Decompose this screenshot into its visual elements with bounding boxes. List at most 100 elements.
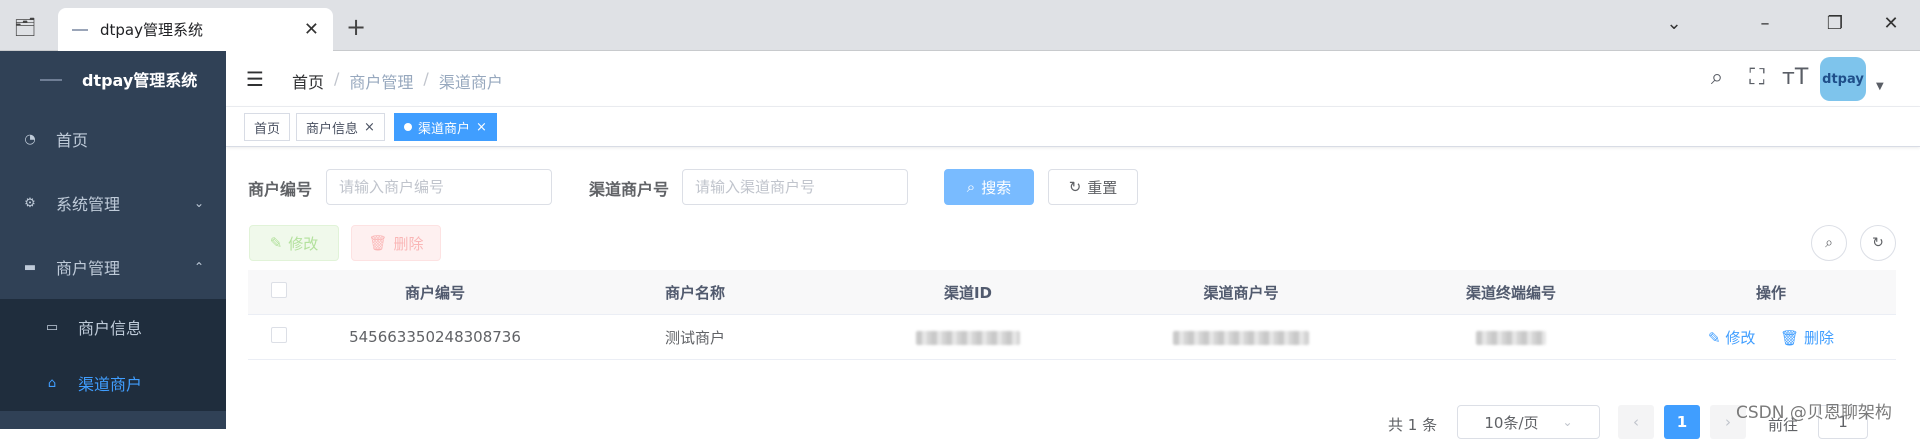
- pagination-total: 共 1 条: [1388, 416, 1438, 434]
- redacted-value: [1476, 330, 1546, 345]
- page-size-value: 10条/页: [1484, 413, 1539, 432]
- tag-close-icon[interactable]: ×: [364, 120, 375, 135]
- delete-button[interactable]: 🗑 删除: [351, 225, 441, 261]
- sidebar-item-label: 首页: [56, 131, 89, 150]
- chevron-down-icon: ⌄: [193, 196, 204, 210]
- store-icon: ⌂: [47, 375, 57, 391]
- tags-view: 首页 商户信息 × 渠道商户 ×: [226, 107, 1920, 147]
- search-icon[interactable]: ⌕: [1704, 65, 1730, 90]
- refresh-icon: ↻: [1872, 235, 1884, 251]
- tab-close-icon[interactable]: ✕: [304, 19, 319, 40]
- caret-down-icon[interactable]: ▼: [1876, 81, 1884, 92]
- column-header: 操作: [1755, 283, 1786, 302]
- column-header: 渠道ID: [943, 283, 993, 302]
- avatar[interactable]: dtpay: [1820, 57, 1866, 101]
- navbar: ☰ 首页 / 商户管理 / 渠道商户 ⌕ ⛶ ᴛT dtpay ▼: [226, 51, 1920, 107]
- search-icon: ⌕: [1825, 235, 1833, 251]
- sidebar: dtpay管理系统 ◔ 首页 ⚙ 系统管理 ⌄ ▬ 商户管理 ⌃ ▭ 商户信息 …: [0, 51, 226, 429]
- tag-merchant-info[interactable]: 商户信息 ×: [296, 113, 385, 141]
- sidebar-item-label: 商户管理: [56, 259, 121, 278]
- tag-close-icon[interactable]: ×: [476, 120, 487, 135]
- chevron-up-icon: ⌃: [193, 260, 204, 274]
- logo-title: dtpay管理系统: [82, 71, 198, 90]
- sidebar-item-home[interactable]: ◔ 首页: [0, 107, 226, 171]
- row-edit-link[interactable]: ✎ 修改: [1708, 329, 1755, 347]
- watermark: CSDN @贝恩聊架构: [1736, 403, 1892, 423]
- edit-button-label: 修改: [288, 234, 319, 253]
- dashboard-icon: ◔: [24, 131, 36, 147]
- fullscreen-icon[interactable]: ⛶: [1744, 65, 1770, 90]
- row-delete-link[interactable]: 🗑 删除: [1780, 329, 1834, 347]
- sidebar-logo[interactable]: dtpay管理系统: [0, 51, 226, 107]
- browser-tab-title: dtpay管理系统: [100, 21, 203, 39]
- merchant-no-input[interactable]: [326, 169, 552, 205]
- merchant-name-cell: 测试商户: [664, 328, 725, 347]
- row-delete-label: 删除: [1803, 328, 1834, 347]
- row-select-cell: [248, 327, 310, 347]
- edit-button[interactable]: ✎ 修改: [249, 225, 339, 261]
- minimize-icon[interactable]: –: [1750, 13, 1780, 34]
- merchant-submenu: ▭ 商户信息 ⌂ 渠道商户: [0, 299, 226, 411]
- select-all-checkbox[interactable]: [271, 282, 287, 298]
- refresh-button[interactable]: ↻: [1860, 225, 1896, 261]
- reset-button-label: 重置: [1087, 178, 1118, 197]
- redacted-value: [1173, 330, 1309, 345]
- active-dot-icon: [404, 123, 412, 131]
- restore-icon[interactable]: ❐: [1820, 13, 1850, 34]
- column-header: 商户名称: [664, 283, 725, 302]
- sidebar-item-channel-merchant[interactable]: ⌂ 渠道商户: [0, 355, 226, 411]
- shop-icon: ▬: [23, 259, 37, 275]
- sidebar-item-merchant-info[interactable]: ▭ 商户信息: [0, 299, 226, 355]
- sidebar-item-system[interactable]: ⚙ 系统管理 ⌄: [0, 171, 226, 235]
- font-size-icon[interactable]: ᴛT: [1782, 65, 1808, 90]
- row-checkbox[interactable]: [271, 327, 287, 343]
- trash-icon: 🗑: [1780, 328, 1804, 347]
- merchant-no-label: 商户编号: [248, 180, 313, 199]
- page-size-select[interactable]: 10条/页 ⌄: [1457, 405, 1600, 439]
- breadcrumb-home[interactable]: 首页: [292, 69, 324, 93]
- channel-merchant-label: 渠道商户号: [589, 180, 670, 199]
- browser-tab[interactable]: dtpay管理系统 ✕: [58, 8, 333, 51]
- channel-merchant-table: 商户编号 商户名称 渠道ID 渠道商户号 渠道终端编号 操作 545663350…: [248, 270, 1896, 360]
- redacted-value: [916, 330, 1020, 345]
- toggle-search-button[interactable]: ⌕: [1811, 225, 1847, 261]
- channel-merchant-input[interactable]: [682, 169, 908, 205]
- tag-home[interactable]: 首页: [244, 113, 291, 141]
- tag-label: 首页: [254, 121, 281, 137]
- logo-icon: [40, 77, 62, 81]
- sidebar-item-label: 渠道商户: [78, 375, 143, 394]
- edit-icon: ✎: [269, 234, 283, 252]
- reset-button[interactable]: ↻ 重置: [1048, 169, 1138, 205]
- new-tab-button[interactable]: +: [346, 14, 366, 40]
- sidebar-item-label: 系统管理: [56, 195, 121, 214]
- search-button-label: 搜索: [981, 178, 1012, 197]
- row-edit-label: 修改: [1725, 328, 1756, 347]
- column-header: 渠道商户号: [1203, 283, 1279, 302]
- table-header: 商户编号 商户名称 渠道ID 渠道商户号 渠道终端编号 操作: [248, 270, 1896, 315]
- select-all-cell: [248, 282, 310, 302]
- breadcrumb-separator: /: [423, 69, 429, 88]
- hamburger-icon[interactable]: ☰: [246, 67, 264, 91]
- search-button[interactable]: ⌕ 搜索: [944, 169, 1034, 205]
- table-row[interactable]: 545663350248308736 测试商户 ✎ 修改 🗑 删除: [248, 315, 1896, 360]
- prev-page-button[interactable]: ‹: [1618, 405, 1654, 439]
- breadcrumb-channel-merchant: 渠道商户: [438, 73, 503, 92]
- tab-actions-icon[interactable]: 🗂: [10, 14, 40, 40]
- channel-terminal-no-cell: [1376, 328, 1646, 346]
- refresh-icon: ↻: [1068, 178, 1082, 196]
- page-number-current[interactable]: 1: [1664, 405, 1700, 439]
- tab-search-chevron-icon[interactable]: ⌄: [1659, 13, 1689, 34]
- delete-button-label: 删除: [393, 234, 424, 253]
- operation-cell: ✎ 修改 🗑 删除: [1646, 327, 1896, 348]
- sidebar-item-merchant[interactable]: ▬ 商户管理 ⌃: [0, 235, 226, 299]
- search-icon: ⌕: [966, 178, 976, 196]
- browser-tab-strip: 🗂 dtpay管理系统 ✕ + ⌄ – ❐ ✕: [0, 0, 1920, 51]
- breadcrumb-separator: /: [334, 69, 340, 88]
- tag-label: 商户信息: [306, 121, 359, 137]
- gear-icon: ⚙: [24, 195, 36, 211]
- favicon-icon: [72, 23, 88, 31]
- close-window-icon[interactable]: ✕: [1876, 13, 1906, 34]
- edit-icon: ✎: [1708, 328, 1726, 347]
- image-icon: ▭: [45, 319, 59, 335]
- tag-channel-merchant[interactable]: 渠道商户 ×: [394, 113, 497, 141]
